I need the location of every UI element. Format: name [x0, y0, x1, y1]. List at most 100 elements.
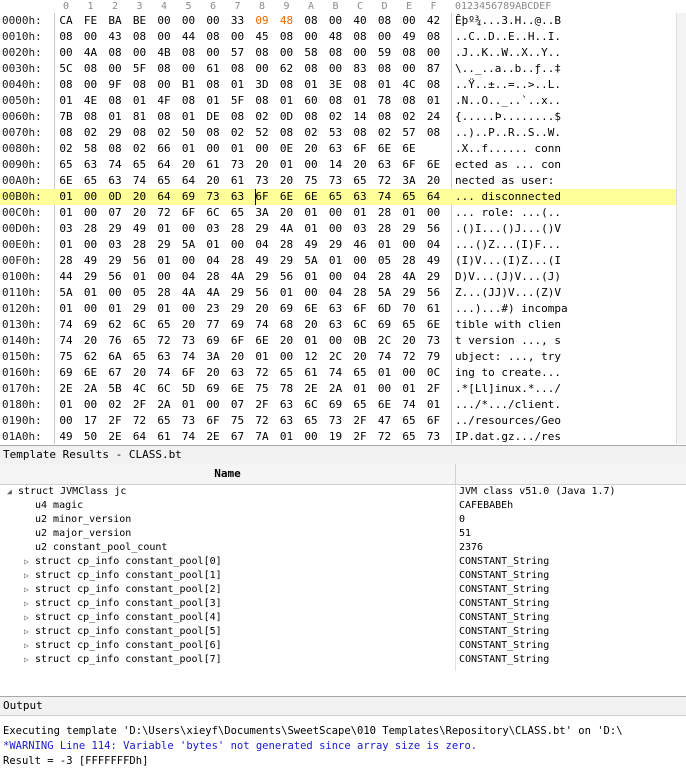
hex-byte[interactable]: 00	[54, 413, 78, 429]
collapsed-triangle-icon[interactable]: ▷	[24, 586, 32, 594]
hex-byte[interactable]: 00	[324, 269, 348, 285]
hex-byte[interactable]: 00	[348, 253, 372, 269]
hex-byte[interactable]: 20	[348, 157, 372, 173]
hex-byte[interactable]: 72	[128, 413, 152, 429]
hex-byte[interactable]: 28	[397, 253, 421, 269]
hex-byte[interactable]: 5A	[54, 285, 78, 301]
hex-byte[interactable]: 73	[201, 189, 225, 205]
hex-byte[interactable]: 08	[177, 45, 201, 61]
hex-byte[interactable]: 20	[275, 205, 299, 221]
hex-row[interactable]: 00B0h: 01 00 0D 20 64 69 73 63 6F 6E 6E 65 63 74 65 64..…	[0, 189, 676, 205]
template-row[interactable]: ▷ struct cp_info constant_pool[0] CONSTANT…	[0, 555, 686, 569]
hex-byte[interactable]: 73	[226, 157, 250, 173]
hex-byte[interactable]: 00	[103, 61, 127, 77]
hex-byte[interactable]: 6F	[201, 413, 225, 429]
hex-byte[interactable]: 01	[103, 109, 127, 125]
hex-byte[interactable]: 63	[324, 317, 348, 333]
hex-byte[interactable]: 56	[422, 285, 446, 301]
hex-byte[interactable]: 2E	[299, 381, 323, 397]
hex-byte[interactable]: 01	[422, 397, 446, 413]
hex-byte[interactable]: 0D	[275, 109, 299, 125]
hex-byte[interactable]: 01	[177, 397, 201, 413]
hex-byte[interactable]: 08	[128, 29, 152, 45]
hex-byte[interactable]: 6F	[250, 189, 274, 205]
hex-byte[interactable]: 02	[128, 141, 152, 157]
hex-byte[interactable]: 01	[226, 141, 250, 157]
hex-row[interactable]: 0170h: 2E 2A 5B 4C 6C 5D 69 6E 75 78 2E 2A 01 00 01 2F .*…	[0, 381, 676, 397]
hex-byte[interactable]: 0D	[103, 189, 127, 205]
hex-row[interactable]: 0100h: 44 29 56 01 00 04 28 4A 29 56 01 00 04 28 4A 29 D)…	[0, 269, 676, 285]
hex-byte[interactable]: 00	[324, 13, 348, 29]
hex-byte[interactable]: 65	[348, 173, 372, 189]
hex-byte[interactable]: 29	[226, 301, 250, 317]
hex-editor[interactable]: 0 1 2 3 4 5 6 7 8 9 A B C D E F 0123456789ABCDEF 0000h: C…	[0, 0, 686, 444]
hex-byte[interactable]: 23	[201, 301, 225, 317]
hex-byte[interactable]: 04	[177, 269, 201, 285]
hex-row[interactable]: 0130h: 74 69 62 6C 65 20 77 69 74 68 20 63 6C 69 65 6E ti…	[0, 317, 676, 333]
hex-byte[interactable]: 61	[299, 365, 323, 381]
hex-byte[interactable]: 28	[128, 237, 152, 253]
hex-byte[interactable]: 4B	[152, 45, 176, 61]
hex-byte[interactable]: 01	[128, 93, 152, 109]
hex-row[interactable]: 0030h: 5C 08 00 5F 08 00 61 08 00 62 08 00 83 08 00 87 \.…	[0, 61, 676, 77]
column-header-divider[interactable]	[455, 464, 456, 484]
hex-byte[interactable]: 76	[103, 333, 127, 349]
hex-row[interactable]: 0000h: CA FE BA BE 00 00 00 33 09 48 08 00 40 08 00 42 Êþ…	[0, 13, 676, 29]
hex-row-ascii[interactable]: ected as ... con	[455, 157, 675, 173]
hex-byte[interactable]: 77	[201, 317, 225, 333]
hex-byte[interactable]: 5B	[103, 381, 127, 397]
hex-byte[interactable]: 01	[103, 301, 127, 317]
hex-byte[interactable]: 6C	[152, 381, 176, 397]
hex-byte[interactable]: 61	[226, 173, 250, 189]
hex-byte[interactable]: 74	[397, 397, 421, 413]
hex-byte[interactable]: 01	[201, 93, 225, 109]
hex-row-ascii[interactable]: .X..f...... conn	[455, 141, 675, 157]
hex-byte[interactable]: 5F	[128, 61, 152, 77]
hex-byte[interactable]: 65	[275, 365, 299, 381]
hex-byte[interactable]: 2E	[54, 381, 78, 397]
hex-row[interactable]: 0110h: 5A 01 00 05 28 4A 4A 29 56 01 00 04 28 5A 29 56 Z.…	[0, 285, 676, 301]
hex-byte[interactable]: 40	[348, 13, 372, 29]
hex-row-ascii[interactable]: nected as user:	[455, 173, 675, 189]
hex-byte[interactable]: 08	[373, 13, 397, 29]
hex-byte[interactable]: 20	[128, 365, 152, 381]
hex-byte[interactable]: 74	[177, 429, 201, 444]
hex-byte[interactable]: 65	[226, 205, 250, 221]
hex-byte[interactable]: 57	[226, 45, 250, 61]
hex-byte[interactable]: 00	[201, 397, 225, 413]
hex-byte[interactable]: 73	[177, 333, 201, 349]
hex-byte[interactable]: 65	[397, 317, 421, 333]
hex-byte[interactable]: 6E	[299, 189, 323, 205]
hex-byte[interactable]: 14	[324, 157, 348, 173]
hex-byte[interactable]: 64	[152, 189, 176, 205]
hex-byte[interactable]: 6C	[201, 205, 225, 221]
hex-row-ascii[interactable]: \.._..a..b..ƒ..‡	[455, 61, 675, 77]
hex-byte[interactable]: 64	[177, 173, 201, 189]
hex-byte[interactable]: 63	[152, 349, 176, 365]
hex-byte[interactable]: 00	[152, 269, 176, 285]
hex-byte[interactable]: 6E	[373, 397, 397, 413]
hex-byte[interactable]: 01	[348, 93, 372, 109]
hex-byte[interactable]: 08	[275, 29, 299, 45]
hex-byte[interactable]: 49	[250, 253, 274, 269]
hex-byte[interactable]: 04	[348, 269, 372, 285]
hex-byte[interactable]: 2A	[324, 381, 348, 397]
hex-byte[interactable]: 6E	[250, 333, 274, 349]
hex-byte[interactable]: 01	[275, 285, 299, 301]
hex-byte[interactable]: 6E	[275, 189, 299, 205]
hex-byte[interactable]: 74	[373, 349, 397, 365]
hex-byte[interactable]: 08	[152, 61, 176, 77]
hex-row[interactable]: 00F0h: 28 49 29 56 01 00 04 28 49 29 5A 01 00 05 28 49 (I…	[0, 253, 676, 269]
hex-byte[interactable]: 03	[103, 237, 127, 253]
hex-byte[interactable]: 28	[373, 221, 397, 237]
template-row[interactable]: ▷ struct cp_info constant_pool[7] CONSTANT…	[0, 653, 686, 667]
hex-byte[interactable]: 49	[422, 253, 446, 269]
hex-byte[interactable]: 59	[373, 45, 397, 61]
hex-byte[interactable]: 61	[201, 61, 225, 77]
hex-byte[interactable]: 2F	[348, 413, 372, 429]
hex-byte[interactable]: 65	[324, 189, 348, 205]
hex-byte[interactable]: 56	[128, 253, 152, 269]
hex-byte[interactable]: 50	[177, 125, 201, 141]
hex-row-ascii[interactable]: t version ..., s	[455, 333, 675, 349]
hex-byte[interactable]: 01	[299, 205, 323, 221]
